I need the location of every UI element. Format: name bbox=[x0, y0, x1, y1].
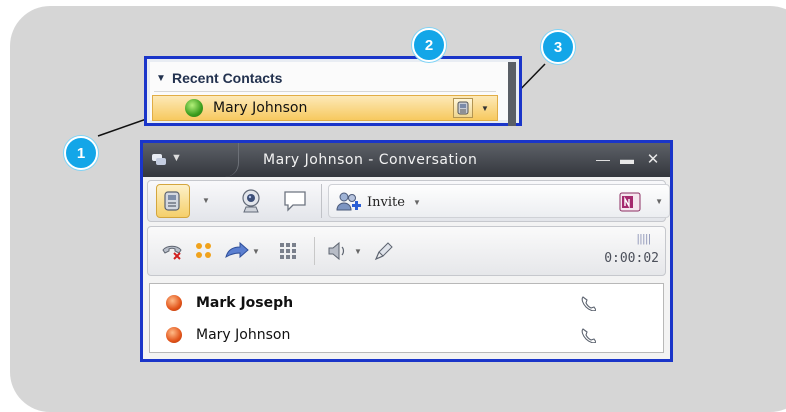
instant-message-button[interactable] bbox=[280, 186, 310, 216]
recent-contacts-group-header[interactable]: ▼ Recent Contacts bbox=[156, 66, 496, 90]
contact-row-mary-johnson[interactable]: Mary Johnson ▼ bbox=[152, 95, 498, 121]
onenote-icon bbox=[619, 192, 641, 212]
people-add-icon bbox=[336, 192, 361, 211]
recent-contacts-body: ▼ Recent Contacts Mary Johnson ▼ bbox=[150, 62, 516, 126]
speaker-icon bbox=[328, 241, 345, 261]
participant-row[interactable]: Mark Joseph bbox=[150, 287, 663, 319]
close-icon[interactable]: ✕ bbox=[645, 150, 661, 168]
presence-available-icon bbox=[185, 99, 203, 117]
invite-dropdown-icon[interactable]: ▼ bbox=[413, 198, 421, 207]
hold-icon bbox=[196, 243, 211, 258]
transfer-dropdown-icon[interactable]: ▼ bbox=[252, 247, 260, 256]
call-button[interactable] bbox=[453, 98, 473, 118]
recent-contacts-label: Recent Contacts bbox=[172, 70, 283, 86]
toolbar-divider bbox=[314, 237, 315, 265]
dialpad-button[interactable] bbox=[276, 237, 300, 265]
onenote-button[interactable] bbox=[617, 189, 643, 215]
callout-badge-3: 3 bbox=[541, 30, 575, 64]
microphone-button[interactable] bbox=[372, 237, 396, 265]
webcam-icon bbox=[242, 189, 260, 213]
invite-group: Invite ▼ ▼ bbox=[328, 184, 670, 218]
divider bbox=[154, 91, 496, 92]
speech-bubble-icon bbox=[284, 191, 306, 212]
volume-dropdown-icon[interactable]: ▼ bbox=[354, 247, 362, 256]
contact-name: Mary Johnson bbox=[213, 100, 308, 116]
maximize-icon[interactable]: ▬ bbox=[619, 150, 635, 168]
title-tab-divider bbox=[199, 143, 239, 177]
invite-label: Invite bbox=[367, 194, 405, 210]
title-bar[interactable]: ▼ Mary Johnson - Conversation — ▬ ✕ bbox=[143, 143, 670, 177]
window-title: Mary Johnson - Conversation bbox=[263, 152, 478, 168]
microphone-icon bbox=[374, 242, 393, 261]
invite-button[interactable]: Invite ▼ bbox=[335, 187, 421, 217]
callout-badge-2: 2 bbox=[412, 28, 446, 62]
transfer-icon bbox=[225, 241, 249, 259]
phone-handset-icon bbox=[581, 296, 596, 311]
hang-up-button[interactable] bbox=[158, 237, 186, 265]
call-options-dropdown[interactable]: ▼ bbox=[479, 101, 491, 115]
phone-dropdown-icon[interactable]: ▼ bbox=[202, 196, 210, 205]
presence-busy-icon bbox=[166, 295, 182, 311]
volume-button[interactable] bbox=[324, 237, 350, 265]
recent-contacts-panel: ▼ Recent Contacts Mary Johnson ▼ bbox=[144, 56, 522, 126]
video-button[interactable] bbox=[236, 186, 266, 216]
signal-strength-icon: ||||| bbox=[636, 233, 651, 245]
modality-group: ▼ bbox=[152, 184, 322, 218]
onenote-dropdown-icon[interactable]: ▼ bbox=[655, 197, 663, 206]
conversation-window: ▼ Mary Johnson - Conversation — ▬ ✕ ▼ In… bbox=[140, 140, 673, 362]
communicator-logo-icon[interactable] bbox=[151, 152, 167, 168]
phone-button[interactable] bbox=[156, 184, 190, 218]
participant-row[interactable]: Mary Johnson bbox=[150, 319, 663, 351]
scrollbar[interactable] bbox=[508, 62, 516, 126]
chevron-down-icon[interactable]: ▼ bbox=[156, 73, 166, 84]
callout-badge-1: 1 bbox=[64, 136, 98, 170]
phone-icon bbox=[164, 191, 180, 211]
hang-up-icon bbox=[162, 245, 182, 260]
participant-list: Mark Joseph Mary Johnson bbox=[149, 283, 664, 353]
call-controls-toolbar: ▼ ▼ ||||| 0:00:02 bbox=[147, 226, 666, 276]
participant-name: Mary Johnson bbox=[196, 327, 291, 343]
phone-icon bbox=[457, 101, 469, 115]
window-menu-icon[interactable]: ▼ bbox=[171, 152, 182, 164]
conversation-toolbar: ▼ Invite ▼ ▼ bbox=[147, 180, 670, 222]
hold-button[interactable] bbox=[192, 237, 216, 265]
transfer-button[interactable] bbox=[222, 237, 252, 265]
presence-busy-icon bbox=[166, 327, 182, 343]
call-timer: 0:00:02 bbox=[604, 251, 659, 266]
minimize-icon[interactable]: — bbox=[595, 150, 611, 168]
dialpad-icon bbox=[280, 243, 296, 259]
phone-handset-icon bbox=[581, 328, 596, 343]
participant-name: Mark Joseph bbox=[196, 295, 294, 311]
